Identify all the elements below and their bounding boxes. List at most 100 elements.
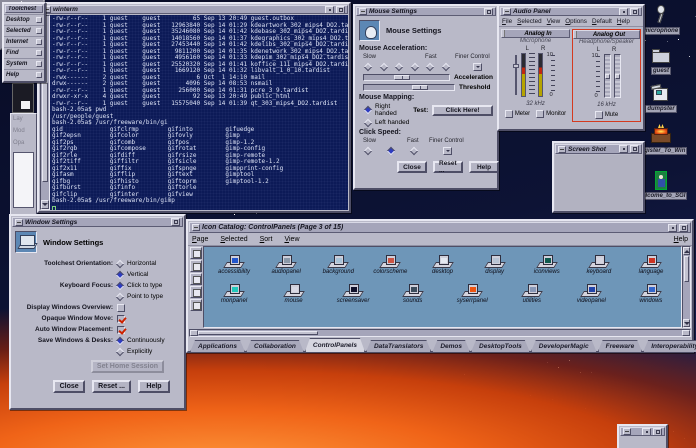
catalog-icon-accessibility[interactable]: accessibility [208, 249, 260, 275]
window-menu-icon[interactable] [192, 224, 200, 231]
toolchest-item-find[interactable]: Find [4, 47, 44, 58]
tab-applications[interactable]: Applications [190, 340, 245, 352]
catalog-icon-screensaver[interactable]: screensaver [327, 278, 379, 304]
toolchest-item-system[interactable]: System [4, 58, 44, 69]
catalog-icon-keyboard[interactable]: keyboard [573, 249, 625, 275]
analog-out-panel[interactable]: Analog Out Headphone/Speaker L R 10 0 16… [572, 29, 641, 122]
window-menu-icon[interactable] [15, 219, 23, 226]
desktop-icon-welcome_to_sgi[interactable]: Welcome_to_SGI [640, 169, 682, 200]
tab-collaboration[interactable]: Collaboration [246, 340, 304, 352]
terminal-titlebar[interactable]: winterm [40, 5, 348, 14]
close-button[interactable]: Close [397, 161, 427, 173]
right-handed-radio[interactable] [364, 106, 372, 114]
help-button[interactable]: Help [138, 380, 170, 393]
maximize-button[interactable] [630, 8, 639, 16]
audio-panel-window[interactable]: Audio Panel FileSelectedViewOptionsDefau… [497, 4, 645, 131]
setting-checkbox[interactable] [117, 326, 125, 334]
maximize-button[interactable] [653, 428, 662, 436]
tab-desktoptools[interactable]: DesktopTools [471, 340, 530, 352]
toolchest-item-internet[interactable]: Internet [4, 36, 44, 47]
scrollbar-thumb[interactable] [684, 256, 689, 282]
terminal-window[interactable]: winterm -rw-r--r-- 1 guest guest 65 Sep … [37, 2, 351, 213]
monitor-checkbox[interactable] [536, 110, 544, 118]
tab-interoperability[interactable]: Interoperability [643, 340, 696, 352]
desktop-icon-microphone[interactable]: microphone [640, 4, 682, 35]
icon-catalog-titlebar[interactable]: Icon Catalog: ControlPanels (Page 3 of 1… [189, 222, 691, 233]
tab-demos[interactable]: Demos [432, 340, 470, 352]
menu-help[interactable]: Help [617, 18, 630, 25]
screen-shot-titlebar[interactable]: Screen Shot [555, 144, 642, 154]
input-gain-slider[interactable] [514, 53, 518, 97]
maximize-button[interactable] [336, 6, 345, 14]
catalog-icon-background[interactable]: background [312, 249, 364, 275]
catalog-icon-audiopanel[interactable]: audiopanel [260, 249, 312, 275]
window-settings-window[interactable]: Window Settings Window Settings Toolches… [9, 214, 186, 410]
menu-selected[interactable]: Selected [220, 236, 247, 243]
mute-checkbox[interactable] [595, 111, 603, 119]
minimize-button[interactable] [668, 224, 677, 232]
setting-radio[interactable] [116, 347, 124, 355]
menu-file[interactable]: File [502, 18, 512, 25]
meter-checkbox-item[interactable]: Meter [505, 110, 530, 118]
acceleration-slider[interactable] [363, 74, 450, 81]
terminal-output[interactable]: -rw-r--r-- 1 guest guest 65 Sep 13 20:49… [50, 15, 348, 210]
scroll-down-arrow-icon[interactable] [41, 200, 49, 209]
horizontal-scrollbar[interactable] [189, 329, 691, 337]
catalog-toolbar-button[interactable] [190, 286, 202, 298]
window-menu-icon[interactable] [623, 428, 631, 435]
catalog-toolbar-button[interactable] [190, 260, 202, 272]
catalog-icon-windows[interactable]: windows [625, 278, 677, 304]
audio-panel-titlebar[interactable]: Audio Panel [500, 7, 642, 16]
window-menu-icon[interactable] [558, 146, 566, 153]
maximize-button[interactable] [171, 218, 180, 226]
menu-view[interactable]: View [547, 18, 561, 25]
acceleration-radio[interactable] [426, 63, 434, 71]
catalog-toolbar-button[interactable] [190, 299, 202, 311]
acceleration-radio[interactable] [364, 63, 372, 71]
catalog-toolbar-button[interactable] [190, 273, 202, 285]
meter-checkbox[interactable] [505, 110, 513, 118]
click-speed-radio[interactable] [410, 147, 418, 155]
toolchest-item-selected[interactable]: Selected [4, 25, 44, 36]
catalog-icon-language[interactable]: language [625, 249, 677, 275]
analog-in-panel[interactable]: Analog In Microphone L R 10 0 [501, 29, 570, 122]
volume-fader-right[interactable] [614, 54, 621, 98]
menu-help[interactable]: Help [674, 236, 688, 243]
maximize-button[interactable] [679, 224, 688, 232]
catalog-icon-videopanel[interactable]: videopanel [565, 278, 617, 304]
toolchest-item-help[interactable]: Help [4, 69, 44, 80]
volume-fader-left[interactable] [604, 54, 611, 98]
scrollbar-thumb[interactable] [198, 331, 318, 335]
setting-checkbox[interactable] [117, 315, 125, 323]
menu-page[interactable]: Page [192, 236, 208, 243]
tab-controlpanels[interactable]: ControlPanels [305, 338, 365, 352]
panel-grip[interactable] [574, 31, 577, 38]
set-home-session-button[interactable]: Set Home Session [91, 360, 164, 373]
icon-grid[interactable]: accessibilityaudiopanelbackgroundcolorsc… [203, 246, 682, 328]
close-button[interactable]: Close [53, 380, 85, 393]
catalog-icon-colorscheme[interactable]: colorscheme [364, 249, 416, 275]
finer-control-toggle[interactable] [443, 147, 452, 155]
gimp-layers-panel-fragment[interactable]: Lay Mod Opa [10, 113, 37, 221]
scroll-right-arrow-icon[interactable] [682, 330, 690, 336]
catalog-toolbar-button[interactable] [190, 247, 202, 259]
minimize-button[interactable] [325, 6, 334, 14]
help-button[interactable]: Help [469, 161, 499, 173]
mouse-settings-titlebar[interactable]: Mouse Settings [356, 7, 496, 16]
toolchest-item-desktop[interactable]: Desktop [4, 14, 44, 25]
threshold-slider[interactable] [363, 84, 455, 91]
reset-button[interactable]: Reset ... [92, 380, 131, 393]
catalog-icon-mouse[interactable]: mouse [268, 278, 320, 304]
setting-radio[interactable] [116, 270, 124, 278]
catalog-icon-syserrpanel[interactable]: syserrpanel [446, 278, 498, 304]
monitor-checkbox-item[interactable]: Monitor [536, 110, 566, 118]
click-speed-radio[interactable] [364, 147, 372, 155]
gimp-window-fragment[interactable] [12, 83, 34, 113]
acceleration-radio[interactable] [395, 63, 403, 71]
menu-selected[interactable]: Selected [517, 18, 542, 25]
toolchest-menu[interactable]: Toolchest DesktopSelectedInternetFindSys… [2, 2, 46, 83]
toolchest-titlebar[interactable]: Toolchest [5, 5, 43, 13]
setting-radio[interactable] [116, 259, 124, 267]
setting-radio[interactable] [116, 292, 124, 300]
window-menu-icon[interactable] [503, 8, 511, 15]
